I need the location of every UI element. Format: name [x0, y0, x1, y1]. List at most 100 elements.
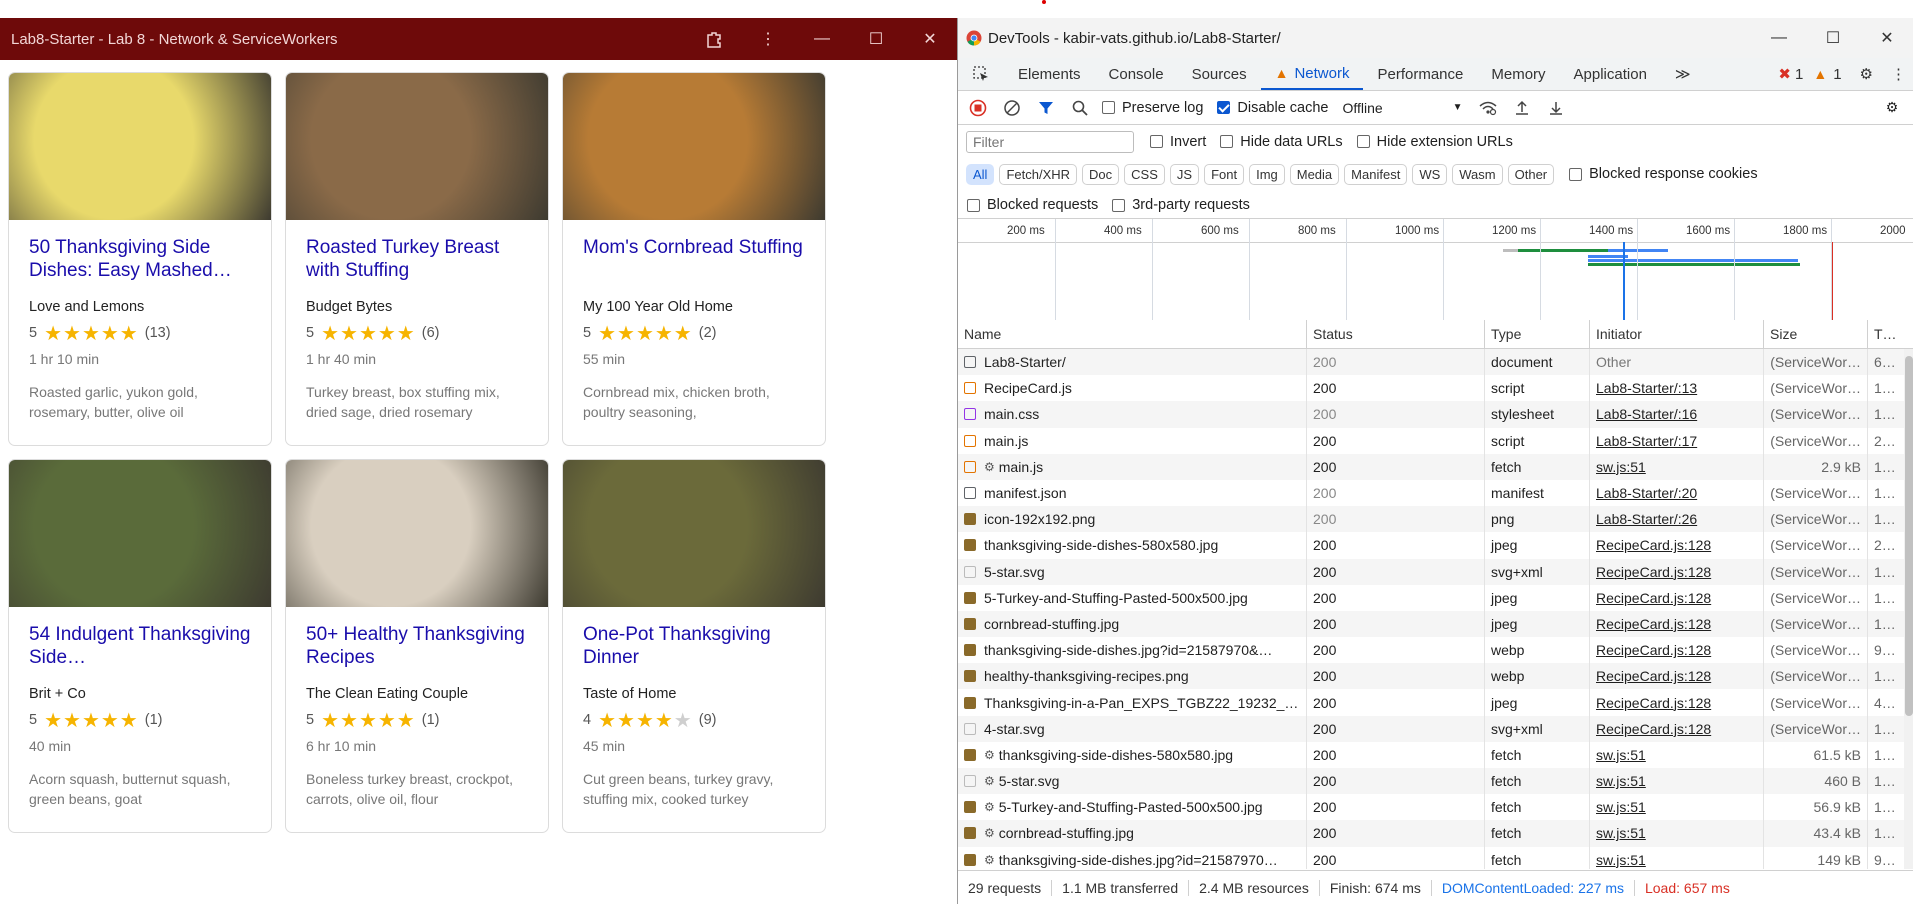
- network-settings-gear-icon[interactable]: ⚙: [1880, 96, 1904, 120]
- request-row[interactable]: RecipeCard.js 200 script Lab8-Starter/:1…: [958, 375, 1904, 402]
- recipe-card[interactable]: Roasted Turkey Breast with Stuffing Budg…: [285, 72, 549, 446]
- request-name-cell[interactable]: 5-Turkey-and-Stuffing-Pasted-500x500.jpg: [958, 584, 1307, 611]
- request-row[interactable]: ⚙ main.js 200 fetch sw.js:51 2.9 kB 1…: [958, 453, 1904, 480]
- third-party-requests-checkbox[interactable]: 3rd-party requests: [1112, 197, 1250, 213]
- request-initiator-link[interactable]: RecipeCard.js:128: [1590, 532, 1764, 559]
- recipe-card[interactable]: 50+ Healthy Thanksgiving Recipes The Cle…: [285, 459, 549, 833]
- export-har-icon[interactable]: [1544, 96, 1568, 120]
- request-initiator-link[interactable]: RecipeCard.js:128: [1590, 689, 1764, 716]
- column-header-0[interactable]: Name: [958, 320, 1307, 348]
- request-name-cell[interactable]: thanksgiving-side-dishes.jpg?id=21587970…: [958, 637, 1307, 664]
- minimize-button[interactable]: —: [795, 18, 849, 60]
- invert-checkbox[interactable]: Invert: [1150, 134, 1206, 150]
- preserve-log-box[interactable]: [1102, 101, 1115, 114]
- request-row[interactable]: ⚙ thanksgiving-side-dishes-580x580.jpg 2…: [958, 741, 1904, 768]
- request-initiator-link[interactable]: RecipeCard.js:128: [1590, 584, 1764, 611]
- request-row[interactable]: 4-star.svg 200 svg+xml RecipeCard.js:128…: [958, 715, 1904, 742]
- column-header-3[interactable]: Initiator: [1590, 320, 1764, 348]
- request-row[interactable]: Lab8-Starter/ 200 document Other (Servic…: [958, 349, 1904, 376]
- blocked-response-cookies-box[interactable]: [1569, 167, 1583, 181]
- column-header-1[interactable]: Status: [1307, 320, 1485, 348]
- request-row[interactable]: manifest.json 200 manifest Lab8-Starter/…: [958, 479, 1904, 507]
- recipe-title-link[interactable]: 50 Thanksgiving Side Dishes: Easy Mashed…: [29, 236, 251, 282]
- tab-console[interactable]: Console: [1095, 58, 1178, 90]
- request-initiator-link[interactable]: RecipeCard.js:128: [1590, 663, 1764, 690]
- more-menu-icon[interactable]: ⋮: [741, 18, 795, 60]
- request-initiator-link[interactable]: sw.js:51: [1590, 741, 1764, 768]
- customize-menu-icon[interactable]: ⋮: [1883, 58, 1913, 90]
- type-filter-other[interactable]: Other: [1507, 163, 1555, 185]
- tab-network[interactable]: ▲ Network: [1260, 58, 1364, 90]
- tab-elements[interactable]: Elements: [1004, 58, 1095, 90]
- invert-box[interactable]: [1150, 135, 1163, 148]
- clear-icon[interactable]: [1000, 96, 1024, 120]
- request-name-cell[interactable]: ⚙ main.js: [958, 453, 1307, 480]
- devtools-maximize-button[interactable]: ☐: [1806, 28, 1860, 48]
- request-initiator-link[interactable]: sw.js:51: [1590, 820, 1764, 847]
- request-name-cell[interactable]: ⚙ 5-star.svg: [958, 768, 1307, 795]
- recipe-title-link[interactable]: Mom's Cornbread Stuffing: [583, 236, 805, 282]
- recipe-title-link[interactable]: Roasted Turkey Breast with Stuffing: [306, 236, 528, 282]
- request-row[interactable]: 5-star.svg 200 svg+xml RecipeCard.js:128…: [958, 558, 1904, 585]
- request-name-cell[interactable]: cornbread-stuffing.jpg: [958, 610, 1307, 638]
- request-name-cell[interactable]: RecipeCard.js: [958, 375, 1307, 402]
- request-name-cell[interactable]: Lab8-Starter/: [958, 349, 1307, 376]
- request-name-cell[interactable]: ⚙ cornbread-stuffing.jpg: [958, 820, 1307, 847]
- request-name-cell[interactable]: ⚙ 5-Turkey-and-Stuffing-Pasted-500x500.j…: [958, 794, 1307, 821]
- hide-extension-urls-box[interactable]: [1356, 135, 1370, 148]
- blocked-requests-checkbox[interactable]: Blocked requests: [967, 197, 1098, 213]
- disable-cache-box[interactable]: [1217, 101, 1231, 114]
- request-row[interactable]: cornbread-stuffing.jpg 200 jpeg RecipeCa…: [958, 610, 1904, 638]
- request-row[interactable]: main.js 200 script Lab8-Starter/:17 (Ser…: [958, 427, 1904, 454]
- blocked-requests-box[interactable]: [967, 198, 980, 212]
- request-row[interactable]: ⚙ 5-star.svg 200 fetch sw.js:51 460 B 1…: [958, 768, 1904, 795]
- column-header-2[interactable]: Type: [1485, 320, 1590, 348]
- request-name-cell[interactable]: 4-star.svg: [958, 715, 1307, 742]
- request-name-cell[interactable]: 5-star.svg: [958, 558, 1307, 585]
- request-row[interactable]: icon-192x192.png 200 png Lab8-Starter/:2…: [958, 506, 1904, 533]
- request-initiator-link[interactable]: sw.js:51: [1590, 846, 1764, 869]
- recipe-card[interactable]: 50 Thanksgiving Side Dishes: Easy Mashed…: [8, 72, 272, 446]
- record-stop-icon[interactable]: [966, 96, 990, 120]
- column-header-4[interactable]: Size: [1764, 320, 1868, 348]
- request-initiator-link[interactable]: Lab8-Starter/:26: [1590, 506, 1764, 533]
- recipe-title-link[interactable]: 54 Indulgent Thanksgiving Side…: [29, 623, 251, 669]
- recipe-card[interactable]: One-Pot Thanksgiving Dinner Taste of Hom…: [562, 459, 826, 833]
- search-icon[interactable]: [1068, 96, 1092, 120]
- hide-data-urls-checkbox[interactable]: Hide data URLs: [1220, 134, 1343, 150]
- type-filter-img[interactable]: Img: [1249, 163, 1285, 185]
- type-filter-media[interactable]: Media: [1289, 163, 1340, 185]
- request-initiator-link[interactable]: RecipeCard.js:128: [1590, 715, 1764, 742]
- type-filter-ws[interactable]: WS: [1412, 163, 1448, 185]
- recipe-title-link[interactable]: One-Pot Thanksgiving Dinner: [583, 623, 805, 669]
- request-row[interactable]: ⚙ thanksgiving-side-dishes.jpg?id=215879…: [958, 846, 1904, 869]
- tab-application[interactable]: Application: [1560, 58, 1661, 90]
- request-row[interactable]: thanksgiving-side-dishes-580x580.jpg 200…: [958, 532, 1904, 559]
- request-name-cell[interactable]: main.js: [958, 427, 1307, 454]
- hide-extension-urls-checkbox[interactable]: Hide extension URLs: [1356, 134, 1513, 150]
- filter-icon[interactable]: [1034, 96, 1058, 120]
- request-initiator-link[interactable]: Lab8-Starter/:16: [1590, 401, 1764, 428]
- third-party-requests-box[interactable]: [1112, 198, 1126, 212]
- request-name-cell[interactable]: ⚙ thanksgiving-side-dishes-580x580.jpg: [958, 741, 1307, 768]
- devtools-minimize-button[interactable]: —: [1752, 29, 1806, 47]
- type-filter-doc[interactable]: Doc: [1082, 163, 1120, 185]
- close-button[interactable]: ✕: [903, 18, 957, 60]
- recipe-card[interactable]: 54 Indulgent Thanksgiving Side… Brit + C…: [8, 459, 272, 833]
- settings-gear-icon[interactable]: ⚙: [1850, 58, 1883, 90]
- request-row[interactable]: ⚙ 5-Turkey-and-Stuffing-Pasted-500x500.j…: [958, 794, 1904, 821]
- throttling-select[interactable]: Offline ▼: [1342, 100, 1462, 116]
- type-filter-fetchxhr[interactable]: Fetch/XHR: [999, 163, 1078, 185]
- type-filter-js[interactable]: JS: [1169, 163, 1200, 185]
- network-conditions-icon[interactable]: [1476, 96, 1500, 120]
- request-name-cell[interactable]: healthy-thanksgiving-recipes.png: [958, 663, 1307, 690]
- tab-performance[interactable]: Performance: [1363, 58, 1477, 90]
- more-tabs-button[interactable]: ≫: [1661, 58, 1705, 90]
- request-name-cell[interactable]: Thanksgiving-in-a-Pan_EXPS_TGBZ22_19232_…: [958, 689, 1307, 716]
- type-filter-css[interactable]: CSS: [1124, 163, 1165, 185]
- recipe-card[interactable]: Mom's Cornbread Stuffing My 100 Year Old…: [562, 72, 826, 446]
- recipe-title-link[interactable]: 50+ Healthy Thanksgiving Recipes: [306, 623, 528, 669]
- import-har-icon[interactable]: [1510, 96, 1534, 120]
- request-initiator-link[interactable]: Lab8-Starter/:20: [1590, 479, 1764, 507]
- request-row[interactable]: healthy-thanksgiving-recipes.png 200 web…: [958, 663, 1904, 690]
